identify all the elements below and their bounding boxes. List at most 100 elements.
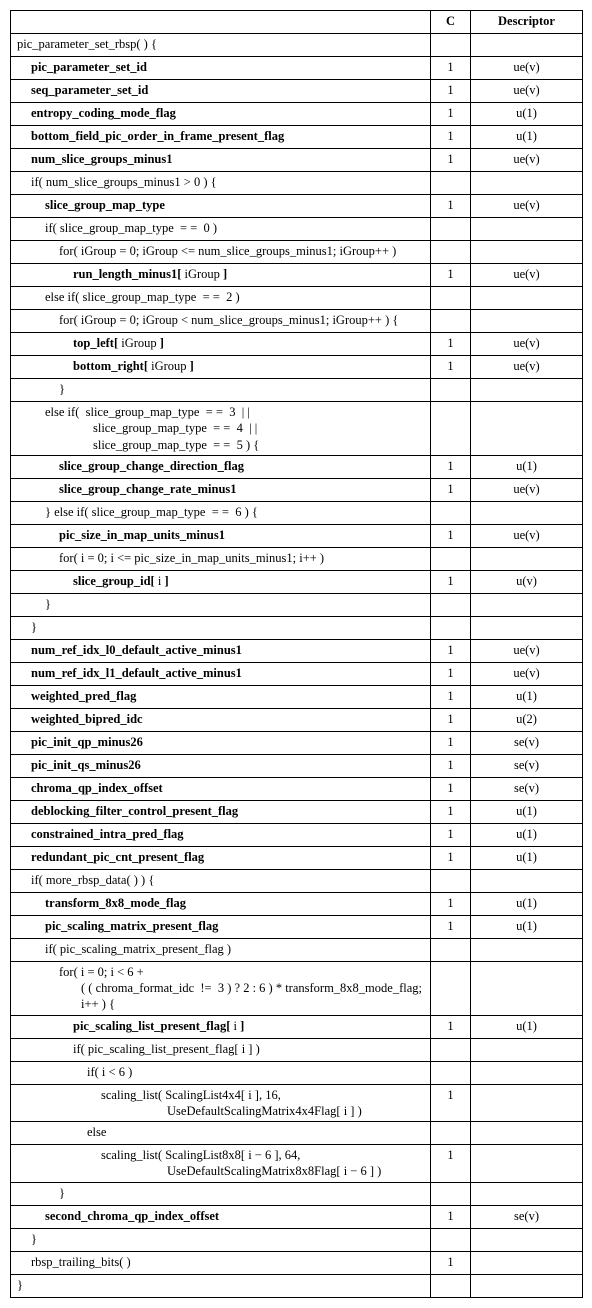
c-cell: 1: [431, 524, 471, 547]
table-row: else if( slice_group_map_type = = 3 | |s…: [11, 402, 583, 456]
table-row: for( iGroup = 0; iGroup <= num_slice_gro…: [11, 241, 583, 264]
descriptor-cell: u(1): [471, 1015, 583, 1038]
c-cell: 1: [431, 1084, 471, 1122]
table-row: bottom_right[ iGroup ]1ue(v): [11, 356, 583, 379]
table-row: for( i = 0; i < 6 +( ( chroma_format_idc…: [11, 961, 583, 1015]
descriptor-cell: [471, 869, 583, 892]
c-cell: [431, 593, 471, 616]
c-cell: [431, 938, 471, 961]
c-cell: 1: [431, 455, 471, 478]
descriptor-cell: [471, 1084, 583, 1122]
c-cell: [431, 1038, 471, 1061]
syntax-cell: rbsp_trailing_bits( ): [11, 1251, 431, 1274]
syntax-cell: if( slice_group_map_type = = 0 ): [11, 218, 431, 241]
table-row: for( iGroup = 0; iGroup < num_slice_grou…: [11, 310, 583, 333]
table-row: weighted_bipred_idc1u(2): [11, 708, 583, 731]
syntax-cell: } else if( slice_group_map_type = = 6 ) …: [11, 501, 431, 524]
syntax-cell: if( pic_scaling_matrix_present_flag ): [11, 938, 431, 961]
descriptor-cell: u(2): [471, 708, 583, 731]
c-cell: 1: [431, 57, 471, 80]
syntax-cell: for( i = 0; i < 6 +( ( chroma_format_idc…: [11, 961, 431, 1015]
table-row: bottom_field_pic_order_in_frame_present_…: [11, 126, 583, 149]
syntax-cell: second_chroma_qp_index_offset: [11, 1205, 431, 1228]
syntax-cell: if( pic_scaling_list_present_flag[ i ] ): [11, 1038, 431, 1061]
syntax-cell: transform_8x8_mode_flag: [11, 892, 431, 915]
c-cell: 1: [431, 823, 471, 846]
syntax-cell: weighted_bipred_idc: [11, 708, 431, 731]
syntax-cell: num_slice_groups_minus1: [11, 149, 431, 172]
syntax-cell: }: [11, 379, 431, 402]
table-row: }: [11, 379, 583, 402]
table-row: seq_parameter_set_id1ue(v): [11, 80, 583, 103]
descriptor-cell: [471, 1038, 583, 1061]
c-cell: [431, 402, 471, 456]
descriptor-cell: u(1): [471, 892, 583, 915]
descriptor-cell: [471, 501, 583, 524]
descriptor-cell: se(v): [471, 731, 583, 754]
syntax-cell: pic_parameter_set_id: [11, 57, 431, 80]
table-row: scaling_list( ScalingList8x8[ i − 6 ], 6…: [11, 1145, 583, 1183]
syntax-cell: if( num_slice_groups_minus1 > 0 ) {: [11, 172, 431, 195]
table-row: num_ref_idx_l0_default_active_minus11ue(…: [11, 639, 583, 662]
c-cell: 1: [431, 478, 471, 501]
descriptor-cell: u(1): [471, 685, 583, 708]
c-cell: [431, 961, 471, 1015]
table-row: slice_group_change_direction_flag1u(1): [11, 455, 583, 478]
c-cell: [431, 501, 471, 524]
descriptor-cell: [471, 310, 583, 333]
syntax-cell: else: [11, 1122, 431, 1145]
table-row: }: [11, 1228, 583, 1251]
table-row: if( more_rbsp_data( ) ) {: [11, 869, 583, 892]
c-cell: [431, 218, 471, 241]
descriptor-cell: [471, 379, 583, 402]
syntax-cell: pic_init_qp_minus26: [11, 731, 431, 754]
descriptor-cell: u(1): [471, 126, 583, 149]
c-cell: 1: [431, 126, 471, 149]
table-row: num_ref_idx_l1_default_active_minus11ue(…: [11, 662, 583, 685]
descriptor-cell: [471, 1182, 583, 1205]
syntax-cell: weighted_pred_flag: [11, 685, 431, 708]
descriptor-cell: [471, 1228, 583, 1251]
table-row: pic_init_qp_minus261se(v): [11, 731, 583, 754]
table-row: pic_init_qs_minus261se(v): [11, 754, 583, 777]
table-row: slice_group_id[ i ]1u(v): [11, 570, 583, 593]
table-row: if( num_slice_groups_minus1 > 0 ) {: [11, 172, 583, 195]
table-row: slice_group_change_rate_minus11ue(v): [11, 478, 583, 501]
syntax-cell: }: [11, 1182, 431, 1205]
descriptor-cell: u(1): [471, 823, 583, 846]
descriptor-cell: [471, 1274, 583, 1297]
c-cell: 1: [431, 892, 471, 915]
table-row: top_left[ iGroup ]1ue(v): [11, 333, 583, 356]
table-row: run_length_minus1[ iGroup ]1ue(v): [11, 264, 583, 287]
syntax-cell: seq_parameter_set_id: [11, 80, 431, 103]
c-cell: 1: [431, 149, 471, 172]
descriptor-cell: [471, 593, 583, 616]
c-cell: 1: [431, 195, 471, 218]
col-syntax: [11, 11, 431, 34]
table-row: pic_parameter_set_id1ue(v): [11, 57, 583, 80]
table-row: rbsp_trailing_bits( )1: [11, 1251, 583, 1274]
table-row: else if( slice_group_map_type = = 2 ): [11, 287, 583, 310]
col-c: C: [431, 11, 471, 34]
descriptor-cell: ue(v): [471, 356, 583, 379]
table-row: entropy_coding_mode_flag1u(1): [11, 103, 583, 126]
c-cell: 1: [431, 1015, 471, 1038]
descriptor-cell: u(1): [471, 103, 583, 126]
descriptor-cell: ue(v): [471, 639, 583, 662]
descriptor-cell: ue(v): [471, 195, 583, 218]
syntax-cell: entropy_coding_mode_flag: [11, 103, 431, 126]
descriptor-cell: u(1): [471, 846, 583, 869]
table-row: }: [11, 1182, 583, 1205]
c-cell: [431, 1061, 471, 1084]
syntax-cell: }: [11, 1274, 431, 1297]
c-cell: [431, 379, 471, 402]
syntax-cell: redundant_pic_cnt_present_flag: [11, 846, 431, 869]
syntax-cell: scaling_list( ScalingList4x4[ i ], 16,Us…: [11, 1084, 431, 1122]
syntax-cell: if( i < 6 ): [11, 1061, 431, 1084]
c-cell: 1: [431, 1251, 471, 1274]
descriptor-cell: [471, 961, 583, 1015]
syntax-cell: bottom_field_pic_order_in_frame_present_…: [11, 126, 431, 149]
syntax-cell: else if( slice_group_map_type = = 3 | |s…: [11, 402, 431, 456]
table-row: constrained_intra_pred_flag1u(1): [11, 823, 583, 846]
table-row: else: [11, 1122, 583, 1145]
